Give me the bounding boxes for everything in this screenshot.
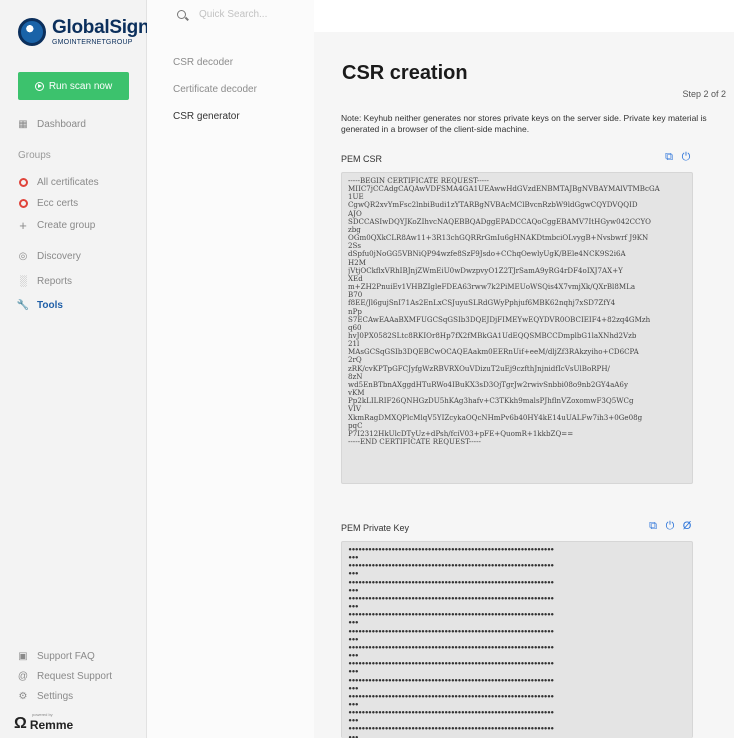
remme-logo[interactable]: powered by Ω Remme [14,712,74,732]
powered-by-label: powered by [32,712,53,717]
pem-private-key-label: PEM Private Key [341,523,410,533]
sidebar: GlobalSign. GMOINTERNETGROUP Run scan no… [0,0,155,738]
reports-chart-icon: ░ [19,276,27,287]
copy-icon[interactable]: ⧉ [663,151,675,163]
download-icon[interactable]: ⏻ [664,520,676,532]
pem-private-key-masked: ••••••••••••••••••••••••••••••••••••••••… [348,546,554,738]
sidebar-item-ecc-certs[interactable]: Ecc certs [18,198,78,209]
sidebar-item-label: Tools [37,300,63,311]
main-panel: CSR creation Step 2 of 2 Note: Keyhub ne… [314,32,734,738]
run-scan-label: Run scan now [48,80,113,92]
globalsign-logo[interactable]: GlobalSign. GMOINTERNETGROUP [18,17,155,46]
dashboard-icon: ▦ [18,119,28,130]
quick-search[interactable]: Quick Search... [177,9,267,20]
sidebar-item-dashboard[interactable]: ▦ Dashboard [18,119,86,130]
pem-private-key-textarea[interactable]: ••••••••••••••••••••••••••••••••••••••••… [341,541,693,738]
sidebar-item-discovery[interactable]: ◎ Discovery [18,251,81,262]
brand-name: GlobalSign. [52,17,155,38]
group-ring-icon [18,178,28,188]
at-sign-icon: @ [17,671,29,682]
page-title: CSR creation [342,62,468,84]
pem-csr-actions: ⧉ ⏻ [663,151,692,163]
search-icon [177,10,186,19]
group-ring-icon [18,199,28,209]
discovery-icon: ◎ [18,251,28,262]
sidebar-item-all-certificates[interactable]: All certificates [18,177,99,188]
subnav-certificate-decoder[interactable]: Certificate decoder [173,84,257,95]
sidebar-item-settings[interactable]: ⚙ Settings [18,691,74,702]
remme-name: Remme [29,718,74,732]
eye-slash-icon[interactable]: Ø [681,520,693,532]
sidebar-item-label: Request Support [37,671,113,682]
faq-icon: ▣ [18,651,28,662]
sidebar-item-request-support[interactable]: @ Request Support [18,671,112,682]
sidebar-item-label: Dashboard [37,119,86,130]
sidebar-item-label: Discovery [37,251,81,262]
plus-icon: + [19,218,27,233]
brand-subtitle: GMOINTERNETGROUP [52,39,133,46]
sidebar-item-label: Reports [37,276,73,287]
copy-icon[interactable]: ⧉ [647,520,659,532]
gear-icon: ⚙ [18,691,28,702]
step-indicator: Step 2 of 2 [682,89,726,99]
run-scan-button[interactable]: Run scan now [18,72,129,100]
subnav-csr-decoder[interactable]: CSR decoder [173,57,233,68]
sidebar-item-label: All certificates [37,177,99,188]
sidebar-item-label: Settings [37,691,74,702]
security-note: Note: Keyhub neither generates nor store… [341,113,707,134]
sidebar-item-tools[interactable]: 🔧 Tools [16,300,63,311]
remme-omega-icon: Ω [14,715,27,732]
download-icon[interactable]: ⏻ [680,151,692,163]
tools-subnav: CSR decoder Certificate decoder CSR gene… [147,0,314,738]
sidebar-item-label: Ecc certs [37,198,79,209]
sidebar-item-support-faq[interactable]: ▣ Support FAQ [18,651,95,662]
play-circle-icon [34,81,44,91]
sidebar-item-label: Support FAQ [37,651,95,662]
sidebar-item-create-group[interactable]: + Create group [18,218,96,233]
pem-private-key-actions: ⧉ ⏻ Ø [647,520,693,532]
sidebar-item-reports[interactable]: ░ Reports [18,276,72,287]
globalsign-logo-icon [18,18,46,46]
groups-heading: Groups [18,150,51,161]
pem-csr-textarea[interactable]: -----BEGIN CERTIFICATE REQUEST----- MIIC… [341,172,693,484]
pem-csr-label: PEM CSR [341,154,383,164]
pem-csr-content: -----BEGIN CERTIFICATE REQUEST----- MIIC… [348,177,660,446]
subnav-csr-generator[interactable]: CSR generator [173,111,240,122]
sidebar-item-label: Create group [37,220,96,231]
wrench-icon: 🔧 [16,300,30,311]
search-input[interactable]: Quick Search... [199,9,267,20]
